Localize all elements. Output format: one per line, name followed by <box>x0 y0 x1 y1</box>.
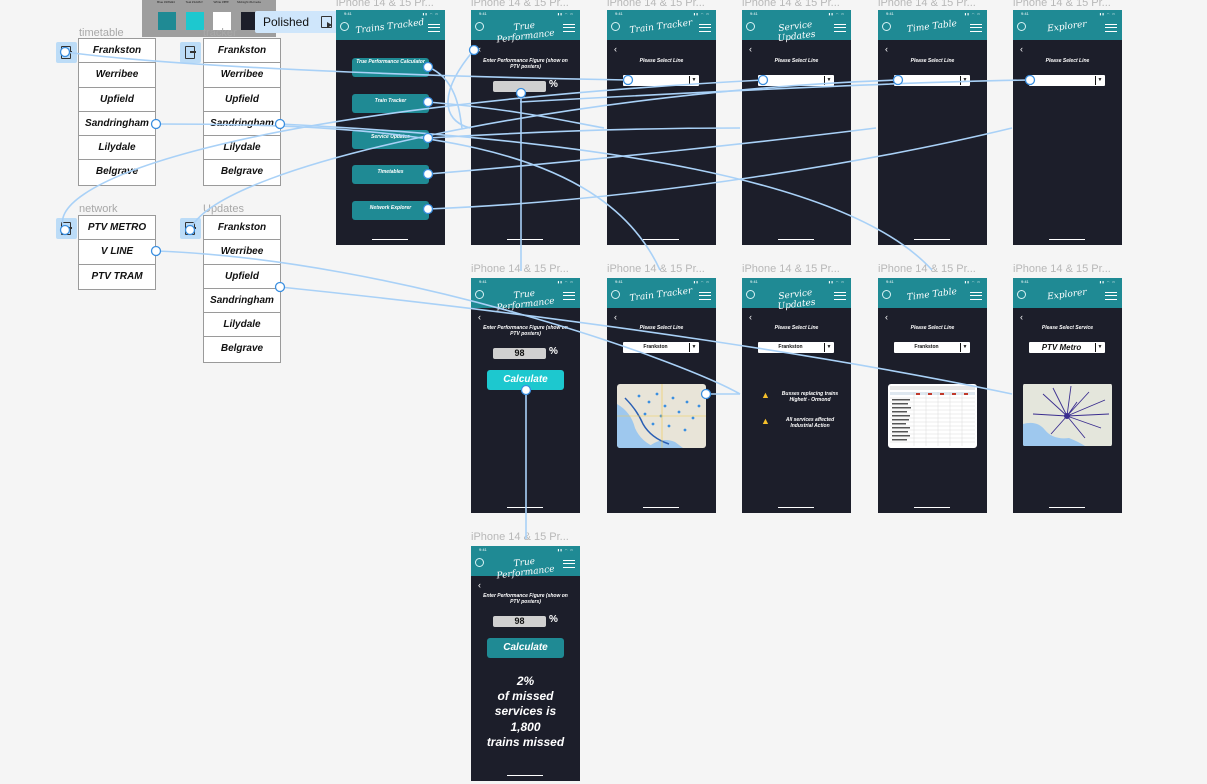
prototype-canvas: Blue #1f8a94 Teal #1dc8cf White #ffffff … <box>0 0 1207 784</box>
prototype-connections <box>59 44 1036 539</box>
